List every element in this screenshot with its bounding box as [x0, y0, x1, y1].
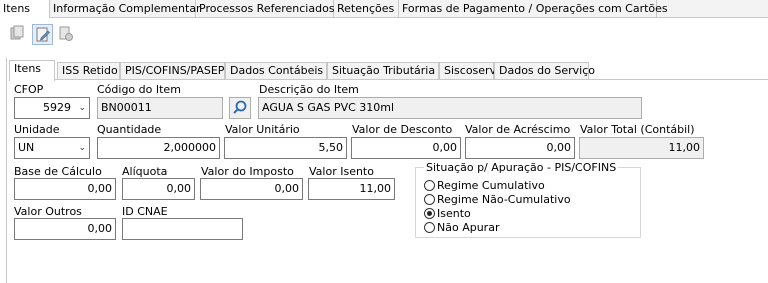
- valor-isento-label: Valor Isento: [309, 165, 374, 178]
- sub-tab-pis-cofins-pasep[interactable]: PIS/COFINS/PASEP: [120, 62, 225, 80]
- situacao-apuracao-title: Situação p/ Apuração - PIS/COFINS: [424, 161, 619, 174]
- quantidade-field[interactable]: 2,000000: [97, 137, 220, 159]
- top-tab-bar: Itens Informação Complementar Processos …: [0, 0, 768, 19]
- cfop-label: CFOP: [14, 83, 44, 96]
- aliquota-label: Alíquota: [122, 165, 168, 178]
- sub-tab-siscoserv[interactable]: Siscoserv: [439, 62, 496, 80]
- radio-checked-icon: [424, 207, 435, 219]
- descricao-item-label: Descrição do Item: [259, 83, 359, 96]
- radio-unchecked-icon: [424, 221, 435, 233]
- radio-label: Não Apurar: [437, 220, 500, 234]
- sub-tab-dados-do-servico[interactable]: Dados do Serviço: [494, 62, 595, 80]
- search-item-button[interactable]: [229, 97, 251, 119]
- aliquota-field[interactable]: 0,00: [122, 178, 195, 200]
- radio-isento[interactable]: Isento: [424, 206, 471, 220]
- sub-tab-situacao-tributaria[interactable]: Situação Tributária: [327, 62, 439, 80]
- valor-unitario-label: Valor Unitário: [225, 123, 300, 136]
- chevron-down-icon: ⌄: [78, 143, 86, 153]
- edit-item-icon: [36, 27, 50, 42]
- id-cnae-label: ID CNAE: [122, 205, 168, 218]
- valor-imposto-field[interactable]: 0,00: [200, 178, 303, 200]
- codigo-item-label: Código do Item: [97, 83, 181, 96]
- radio-regime-cumulativo[interactable]: Regime Cumulativo: [424, 178, 545, 192]
- valor-acrescimo-label: Valor de Acréscimo: [465, 123, 571, 136]
- unidade-label: Unidade: [14, 123, 60, 136]
- radio-nao-apurar[interactable]: Não Apurar: [424, 220, 499, 234]
- top-tab-itens[interactable]: Itens: [0, 0, 50, 19]
- valor-outros-field[interactable]: 0,00: [14, 218, 116, 240]
- radio-label: Isento: [437, 206, 471, 220]
- top-tab-processos-referenciados[interactable]: Processos Referenciados: [196, 0, 335, 18]
- id-cnae-field[interactable]: [122, 218, 243, 240]
- search-icon: [233, 100, 247, 114]
- delete-item-icon: [59, 26, 73, 41]
- valor-total-field[interactable]: 11,00: [579, 137, 704, 159]
- tab-panel-border: [9, 79, 768, 80]
- cfop-value: 5929: [43, 101, 71, 114]
- new-item-button[interactable]: [8, 24, 29, 45]
- radio-unchecked-icon: [424, 193, 435, 205]
- top-tab-formas-pagamento[interactable]: Formas de Pagamento / Operações com Cart…: [399, 0, 668, 18]
- radio-label: Regime Não-Cumulativo: [437, 192, 571, 206]
- edit-item-button[interactable]: [32, 24, 53, 45]
- valor-imposto-label: Valor do Imposto: [201, 165, 294, 178]
- unidade-select[interactable]: UN ⌄: [14, 137, 90, 159]
- radio-unchecked-icon: [424, 179, 435, 191]
- sub-tab-itens[interactable]: Itens: [9, 60, 55, 81]
- valor-total-label: Valor Total (Contábil): [580, 123, 695, 136]
- cfop-select[interactable]: 5929 ⌄: [14, 97, 90, 119]
- top-tab-retencoes[interactable]: Retenções: [334, 0, 399, 18]
- valor-acrescimo-field[interactable]: 0,00: [465, 137, 575, 159]
- descricao-item-field[interactable]: AGUA S GAS PVC 310ml: [258, 97, 642, 119]
- base-calculo-field[interactable]: 0,00: [14, 178, 116, 200]
- radio-regime-nao-cumulativo[interactable]: Regime Não-Cumulativo: [424, 192, 571, 206]
- new-item-icon: [10, 25, 24, 40]
- sub-tab-dados-contabeis[interactable]: Dados Contábeis: [225, 62, 327, 80]
- quantidade-label: Quantidade: [97, 123, 162, 136]
- valor-outros-label: Valor Outros: [14, 205, 82, 218]
- codigo-item-field[interactable]: BN00011: [97, 97, 223, 119]
- valor-desconto-label: Valor de Desconto: [352, 123, 453, 136]
- valor-isento-field[interactable]: 11,00: [308, 178, 395, 200]
- valor-unitario-field[interactable]: 5,50: [224, 137, 347, 159]
- sub-tab-bar: Itens ISS Retido PIS/COFINS/PASEP Dados …: [9, 60, 768, 81]
- valor-desconto-field[interactable]: 0,00: [351, 137, 461, 159]
- toolbar: [0, 18, 768, 56]
- sub-tab-iss-retido[interactable]: ISS Retido: [57, 62, 120, 80]
- chevron-down-icon: ⌄: [78, 103, 86, 113]
- radio-label: Regime Cumulativo: [437, 178, 545, 192]
- base-calculo-label: Base de Cálculo: [14, 165, 102, 178]
- unidade-value: UN: [18, 141, 35, 154]
- top-tab-informacao-complementar[interactable]: Informação Complementar: [50, 0, 201, 18]
- delete-item-button[interactable]: [56, 24, 77, 45]
